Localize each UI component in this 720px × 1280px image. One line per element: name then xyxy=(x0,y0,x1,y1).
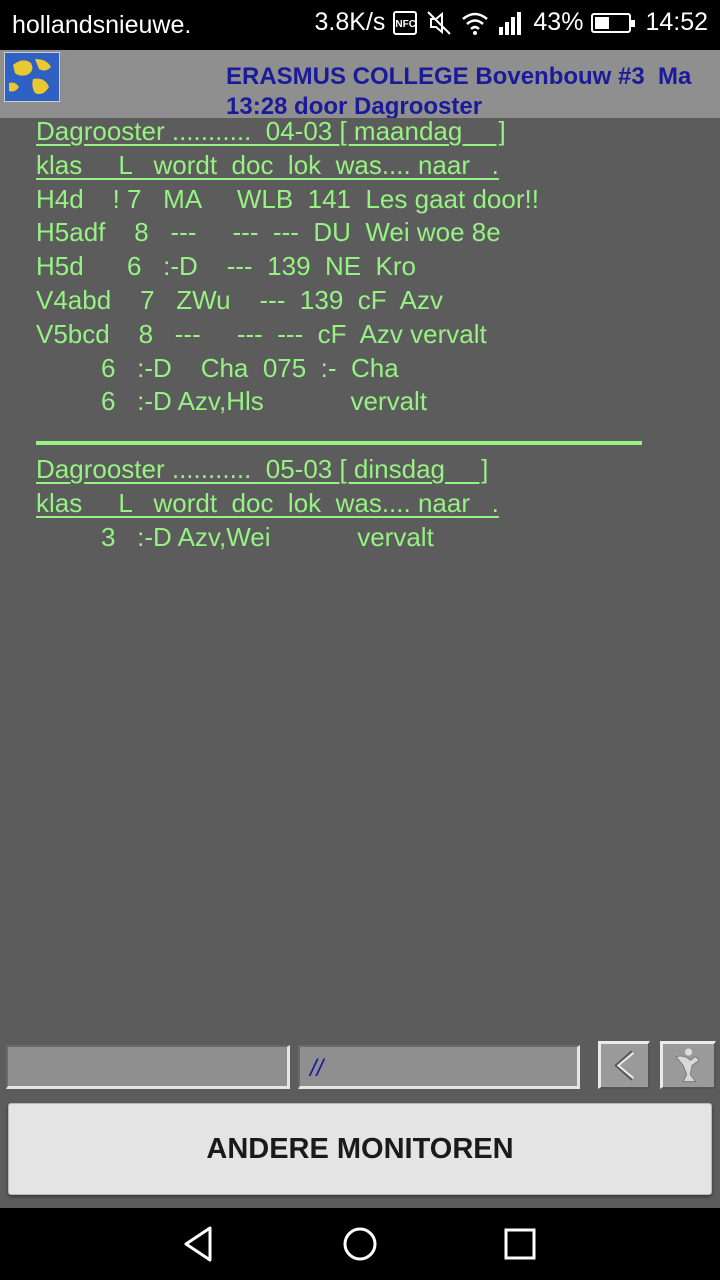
network-speed: 3.8K/s xyxy=(314,8,386,36)
clock: 14:52 xyxy=(645,8,708,36)
home-circle-icon xyxy=(343,1227,377,1261)
recents-square-icon xyxy=(504,1228,536,1260)
status-icons: 3.8K/s NFC 43% 14:52 xyxy=(315,8,708,37)
status-bar: hollandsnieuwe. 3.8K/s NFC 43% 14:52 xyxy=(0,0,720,50)
signal-icon xyxy=(497,9,525,37)
schedule-line-columns: klas L wordt doc lok was.... naar . xyxy=(36,150,499,180)
page-title: ERASMUS COLLEGE Bovenbouw #3 Ma 13:28 do… xyxy=(226,63,692,118)
mute-icon xyxy=(425,9,453,37)
bottom-toolbar: // xyxy=(0,1033,720,1103)
back-triangle-icon xyxy=(184,1226,212,1262)
schedule-line: 6 :-D Cha 075 :- Cha xyxy=(36,353,399,383)
schedule-line-day2-header: Dagrooster ........... 05-03 [ dinsdag ] xyxy=(36,454,489,484)
system-nav-bar xyxy=(0,1208,720,1280)
schedule-line: H4d ! 7 MA WLB 141 Les gaat door!! xyxy=(36,184,539,214)
triangle-left-icon xyxy=(614,1050,635,1081)
schedule-line-day1-header: Dagrooster ........... 04-03 [ maandag ] xyxy=(36,116,506,146)
schedule-line: 3 :-D Azv,Wei vervalt xyxy=(36,522,434,552)
nav-recents-button[interactable] xyxy=(500,1224,540,1264)
globe-icon[interactable] xyxy=(4,52,60,102)
nav-back-button[interactable] xyxy=(180,1224,220,1264)
carrier-name: hollandsnieuwe. xyxy=(12,11,192,39)
schedule-line: H5d 6 :-D --- 139 NE Kro xyxy=(36,251,416,281)
day-separator xyxy=(36,441,642,445)
schedule-line: H5adf 8 --- --- --- DU Wei woe 8e xyxy=(36,217,501,247)
nfc-icon: NFC xyxy=(393,10,418,35)
right-input-field[interactable]: // xyxy=(298,1045,580,1089)
schedule-line: V4abd 7 ZWu --- 139 cF Azv xyxy=(36,285,443,315)
andere-monitoren-button[interactable]: ANDERE MONITOREN xyxy=(8,1103,712,1195)
wifi-icon xyxy=(461,9,489,37)
battery-percent: 43% xyxy=(533,8,584,36)
battery-icon xyxy=(591,12,636,33)
back-arrow-button[interactable] xyxy=(598,1041,650,1089)
nav-home-button[interactable] xyxy=(340,1224,380,1264)
schedule-panel: Dagrooster ........... 04-03 [ maandag ]… xyxy=(0,115,720,1033)
statue-icon xyxy=(675,1048,700,1083)
discobolus-button[interactable] xyxy=(660,1041,716,1089)
left-input-field[interactable] xyxy=(6,1045,290,1089)
schedule-line-columns: klas L wordt doc lok was.... naar . xyxy=(36,488,499,518)
schedule-line: 6 :-D Azv,Hls vervalt xyxy=(36,386,428,416)
schedule-line: V5bcd 8 --- --- --- cF Azv vervalt xyxy=(36,319,487,349)
app-header: ERASMUS COLLEGE Bovenbouw #3 Ma 13:28 do… xyxy=(0,50,720,118)
